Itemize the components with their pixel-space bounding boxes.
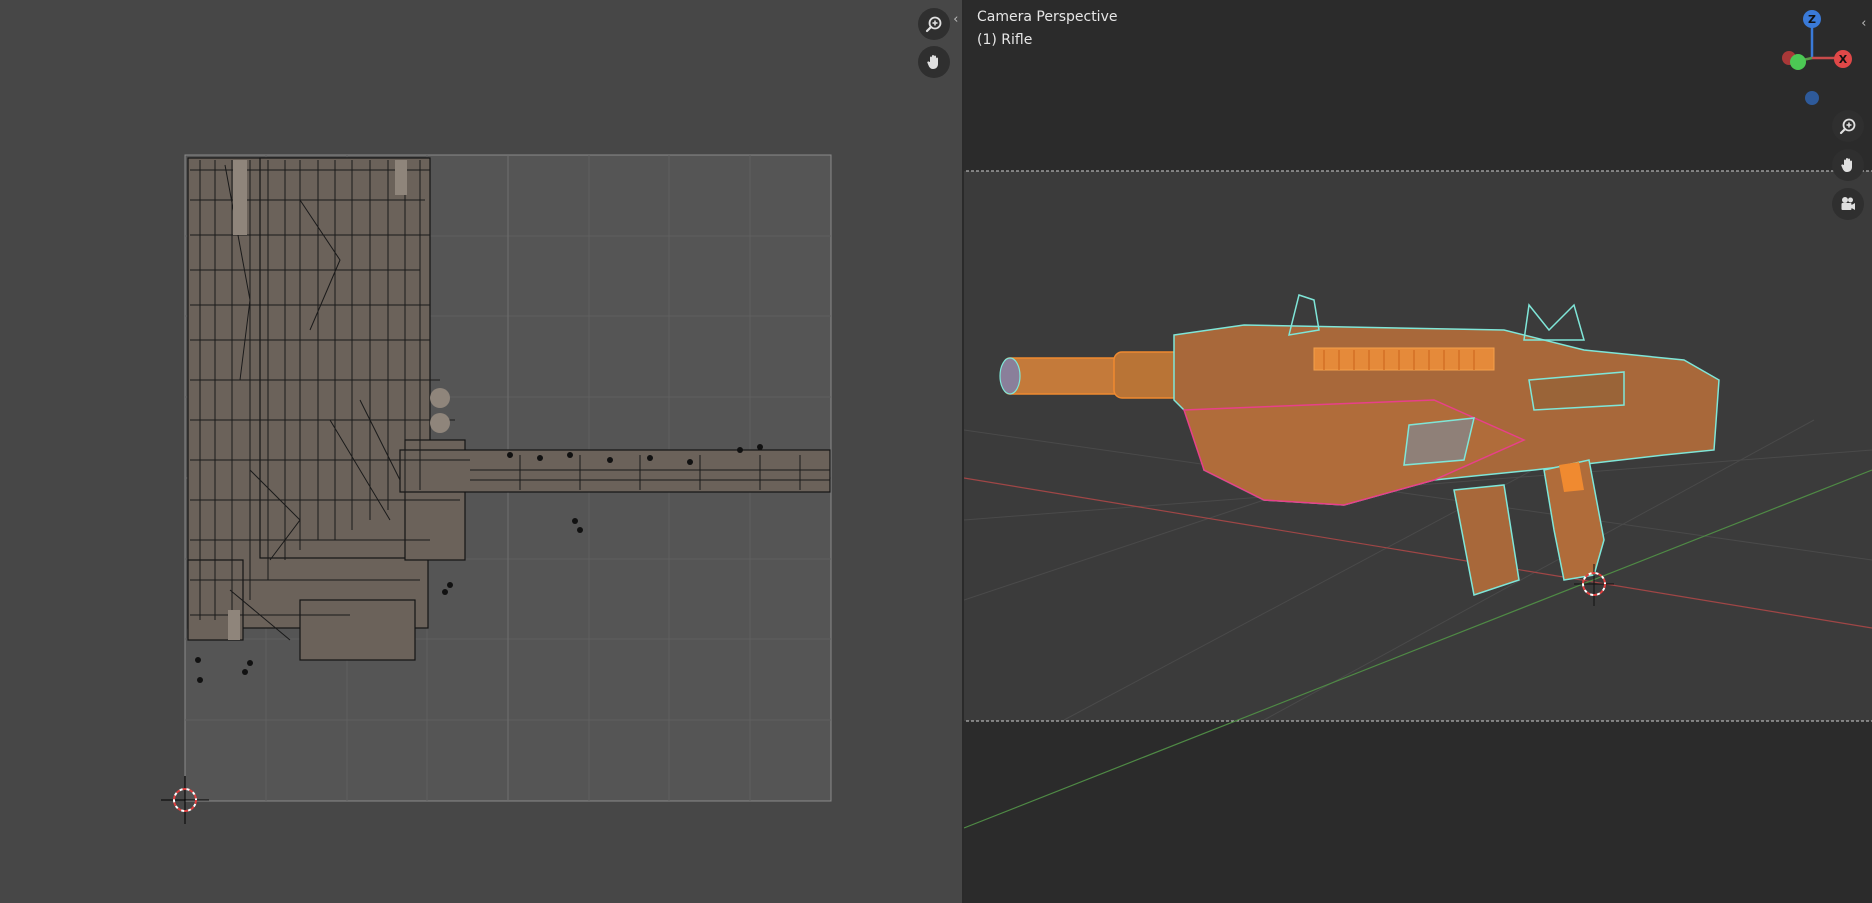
viewport-zoom-button[interactable] (1832, 110, 1864, 142)
rifle-model (999, 294, 1720, 596)
navigation-gizmo[interactable]: Z X (1764, 6, 1854, 116)
zoom-in-icon (925, 16, 942, 33)
camera-icon (1841, 197, 1855, 210)
uv-editor-area[interactable] (0, 0, 962, 903)
zoom-in-icon (1839, 118, 1856, 135)
viewport-camera-label: Camera Perspective (977, 9, 1118, 25)
gizmo-scroll-arrow[interactable]: ‹ (1860, 16, 1868, 31)
uv-zoom-button[interactable] (918, 8, 950, 40)
viewport-scene[interactable] (964, 0, 1872, 903)
hand-icon (927, 55, 938, 69)
3d-viewport[interactable]: Camera Perspective (1) Rifle Z X ‹ (964, 0, 1872, 903)
viewport-object-label: (1) Rifle (977, 32, 1033, 48)
gizmo-z-axis[interactable]: Z (1803, 10, 1821, 28)
gizmo-x-axis[interactable]: X (1834, 50, 1852, 68)
uv-pan-button[interactable] (918, 46, 950, 78)
viewport-camera-button[interactable] (1832, 188, 1864, 220)
viewport-pan-button[interactable] (1832, 149, 1864, 181)
hand-icon (1841, 158, 1852, 172)
gizmo-neg-z-axis[interactable] (1805, 91, 1819, 105)
uv-grid-canvas[interactable] (0, 0, 962, 903)
x-axis-line (964, 477, 1872, 629)
gizmo-y-axis[interactable] (1790, 54, 1806, 70)
